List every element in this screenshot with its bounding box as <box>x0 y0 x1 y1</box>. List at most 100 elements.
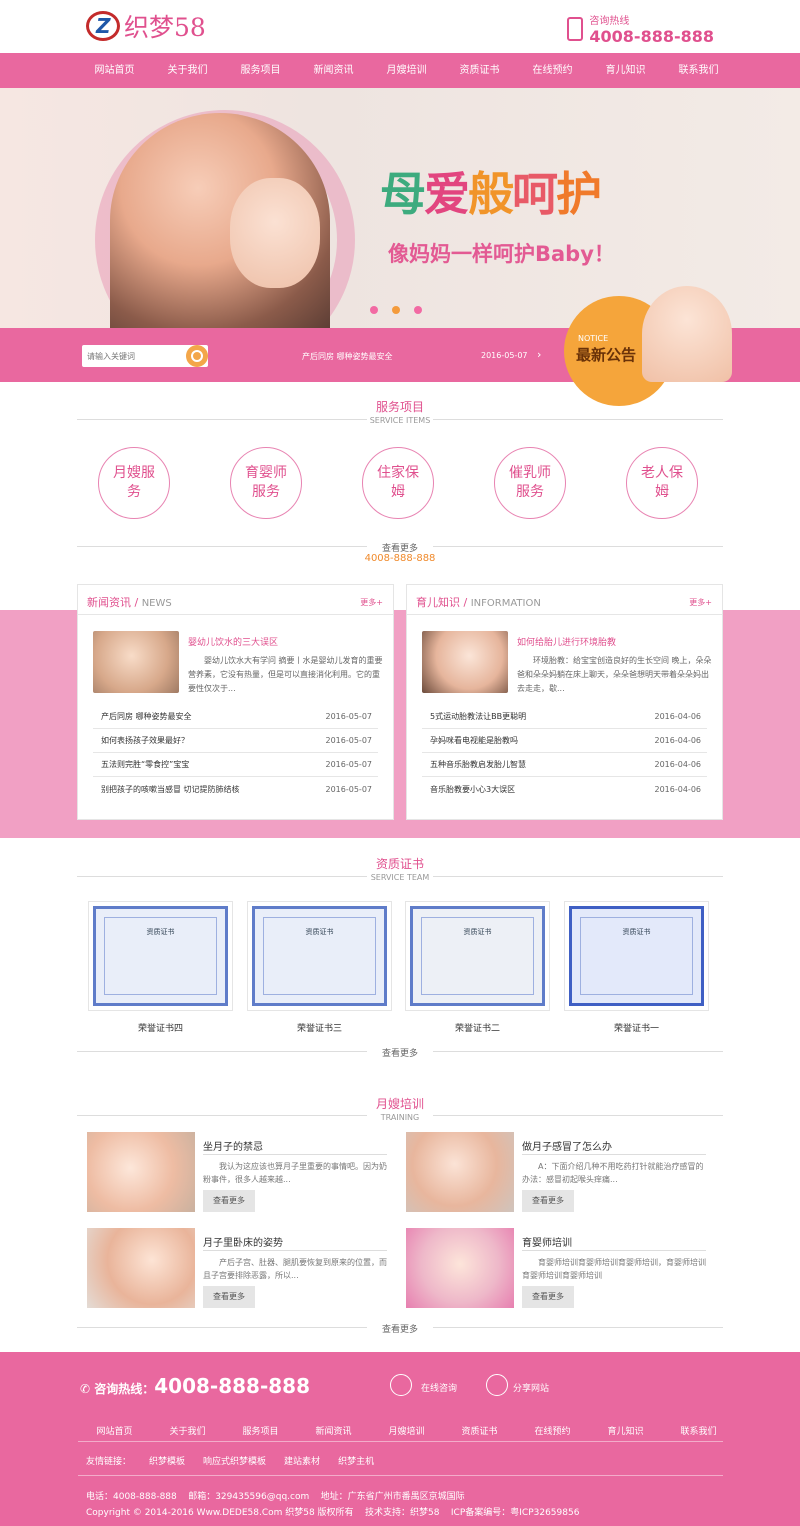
footer-nav-item[interactable]: 在线预约 <box>516 1424 589 1437</box>
chat-icon[interactable] <box>390 1374 412 1396</box>
divider <box>203 1154 387 1155</box>
nav-item-news[interactable]: 新闻资讯 <box>297 53 370 88</box>
training-image[interactable] <box>406 1228 514 1308</box>
footer-nav-item[interactable]: 月嫂培训 <box>370 1424 443 1437</box>
service-item[interactable]: 育婴师 服务 <box>230 447 302 519</box>
friend-link[interactable]: 建站素材 <box>284 1454 320 1467</box>
online-consult-link[interactable]: 在线咨询 <box>421 1381 457 1394</box>
training-title: 月嫂培训 <box>375 1097 424 1111</box>
service-item[interactable]: 老人保姆 <box>626 447 698 519</box>
service-item[interactable]: 月嫂服务 <box>98 447 170 519</box>
footer-nav-item[interactable]: 服务项目 <box>224 1424 297 1437</box>
training-item-title[interactable]: 做月子感冒了怎么办 <box>522 1138 612 1153</box>
nav-item-training[interactable]: 月嫂培训 <box>370 53 443 88</box>
certificate-image[interactable]: 资质证书 <box>247 901 392 1011</box>
info-featured-image[interactable] <box>422 631 508 693</box>
list-item[interactable]: 产后同房 哪种姿势最安全 2016-05-07 <box>93 705 378 729</box>
list-item[interactable]: 孕妈咪看电视能是胎教吗 2016-04-06 <box>422 729 707 753</box>
nav-item-about[interactable]: 关于我们 <box>151 53 224 88</box>
training-item-title[interactable]: 月子里卧床的姿势 <box>203 1234 283 1249</box>
certs-more-link[interactable]: 查看更多 <box>0 1046 800 1059</box>
nav-item-contact[interactable]: 联系我们 <box>662 53 735 88</box>
training-item-desc: A：下面介绍几种不用吃药打针就能治疗感冒的办法：感冒初起喉头痒痛... <box>522 1162 704 1184</box>
footer-nav-item[interactable]: 资质证书 <box>443 1424 516 1437</box>
share-icon[interactable] <box>486 1374 508 1396</box>
training-image[interactable] <box>87 1132 195 1212</box>
list-item[interactable]: 如何表扬孩子效果最好？ 2016-05-07 <box>93 729 378 753</box>
chevron-right-icon[interactable]: › <box>537 348 541 361</box>
divider <box>433 876 723 877</box>
list-item[interactable]: 5式运动胎教法让BB更聪明 2016-04-06 <box>422 705 707 729</box>
list-item[interactable]: 五法则完胜“零食控”宝宝 2016-05-07 <box>93 753 378 777</box>
notice-badge-cn: 最新公告 <box>576 346 637 364</box>
certificate-image[interactable]: 资质证书 <box>405 901 550 1011</box>
footer-contact: 电话：4008-888-888 邮箱：329435596@qq.com 地址：广… <box>86 1492 465 1502</box>
nav-item-services[interactable]: 服务项目 <box>224 53 297 88</box>
info-more-link[interactable]: 更多+ <box>689 597 712 608</box>
training-item-title[interactable]: 坐月子的禁忌 <box>203 1138 263 1153</box>
pager-dot[interactable] <box>414 306 422 314</box>
training-item-title[interactable]: 育婴师培训 <box>522 1234 572 1249</box>
news-list: 产后同房 哪种姿势最安全 2016-05-07 如何表扬孩子效果最好？ 2016-0… <box>93 705 378 801</box>
banner-slogan-main: 母爱般呵护 <box>380 167 602 221</box>
certificate-label[interactable]: 荣誉证书三 <box>247 1021 392 1034</box>
training-more-button[interactable]: 查看更多 <box>522 1190 574 1212</box>
friend-links: 友情链接： 织梦模板 响应式织梦模板 建站素材 织梦主机 <box>86 1454 374 1467</box>
info-list: 5式运动胎教法让BB更聪明 2016-04-06 孕妈咪看电视能是胎教吗 2016-… <box>422 705 707 801</box>
list-item[interactable]: 五种音乐胎教启发胎儿智慧 2016-04-06 <box>422 753 707 777</box>
search-icon[interactable] <box>186 345 208 367</box>
list-item[interactable]: 别把孩子的咳嗽当感冒 切记提防肺结核 2016-05-07 <box>93 777 378 801</box>
news-featured-title[interactable]: 婴幼儿饮水的三大误区 <box>188 635 383 648</box>
footer-nav-item[interactable]: 育儿知识 <box>589 1424 662 1437</box>
nav-item-certs[interactable]: 资质证书 <box>443 53 516 88</box>
friend-link[interactable]: 织梦主机 <box>338 1454 374 1467</box>
service-item[interactable]: 住家保姆 <box>362 447 434 519</box>
info-box: 育儿知识 / INFORMATION 更多+ 如何给胎儿进行环境胎教 环境胎教：… <box>406 584 723 820</box>
certificate-label[interactable]: 荣誉证书一 <box>564 1021 709 1034</box>
certificate-image[interactable]: 资质证书 <box>564 901 709 1011</box>
nav-item-knowledge[interactable]: 育儿知识 <box>589 53 662 88</box>
info-featured-desc: 环境胎教：给宝宝创造良好的生长空间 晚上，朵朵爸和朵朵妈躺在床上聊天，朵朵爸想明… <box>517 656 712 693</box>
news-more-link[interactable]: 更多+ <box>360 597 383 608</box>
certificate-label[interactable]: 荣誉证书二 <box>405 1021 550 1034</box>
nav-item-booking[interactable]: 在线预约 <box>516 53 589 88</box>
pager-dot[interactable] <box>370 306 378 314</box>
divider <box>522 1250 706 1251</box>
training-more-button[interactable]: 查看更多 <box>203 1190 255 1212</box>
banner-slogan-sub: 像妈妈一样呵护Baby！ <box>388 242 615 266</box>
training-more-link[interactable]: 查看更多 <box>0 1322 800 1335</box>
training-image[interactable] <box>406 1132 514 1212</box>
footer-nav-item[interactable]: 联系我们 <box>662 1424 735 1437</box>
share-link[interactable]: 分享网站 <box>513 1381 549 1394</box>
friend-link[interactable]: 织梦模板 <box>149 1454 185 1467</box>
friend-link[interactable]: 响应式织梦模板 <box>203 1454 266 1467</box>
certs-subtitle: SERVICE TEAM <box>370 873 430 882</box>
info-featured-title[interactable]: 如何给胎儿进行环境胎教 <box>517 635 712 648</box>
training-more-button[interactable]: 查看更多 <box>203 1286 255 1308</box>
certificate-image[interactable]: 资质证书 <box>88 901 233 1011</box>
phone-icon <box>567 17 584 41</box>
news-box-header: 新闻资讯 / NEWS 更多+ <box>78 585 393 615</box>
footer-copyright: Copyright © 2014-2016 Www.DEDE58.Com 织梦5… <box>86 1508 580 1518</box>
footer-nav-item[interactable]: 新闻资讯 <box>297 1424 370 1437</box>
service-item[interactable]: 催乳师 服务 <box>494 447 566 519</box>
news-featured-image[interactable] <box>93 631 179 693</box>
nav-item-home[interactable]: 网站首页 <box>78 53 151 88</box>
news-title-en: NEWS <box>141 598 172 609</box>
footer-nav-item[interactable]: 网站首页 <box>78 1424 151 1437</box>
info-title-en: INFORMATION <box>470 598 541 609</box>
pager-dot[interactable] <box>392 306 400 314</box>
training-item: 月子里卧床的姿势 产后子宫、肚器、腿肌要恢复到原来的位置，而且子宫要排除恶露，所… <box>87 1228 387 1308</box>
training-item-desc: 我认为这应该也算月子里重要的事情吧。因为奶粉事件，很多人越来越... <box>203 1162 387 1184</box>
certificate-label[interactable]: 荣誉证书四 <box>88 1021 233 1034</box>
training-more-button[interactable]: 查看更多 <box>522 1286 574 1308</box>
search-input[interactable] <box>82 351 186 361</box>
logo[interactable]: 织梦58 <box>86 10 206 42</box>
training-image[interactable] <box>87 1228 195 1308</box>
footer-nav-item[interactable]: 关于我们 <box>151 1424 224 1437</box>
notice-title[interactable]: 产后同房 哪种姿势最安全 <box>302 351 393 362</box>
notice-badge-en: NOTICE <box>578 334 609 343</box>
search-box <box>82 345 208 367</box>
list-item[interactable]: 音乐胎教要小心3大误区 2016-04-06 <box>422 777 707 801</box>
news-box: 新闻资讯 / NEWS 更多+ 婴幼儿饮水的三大误区 婴幼儿饮水大有学问 摘要丨… <box>77 584 394 820</box>
